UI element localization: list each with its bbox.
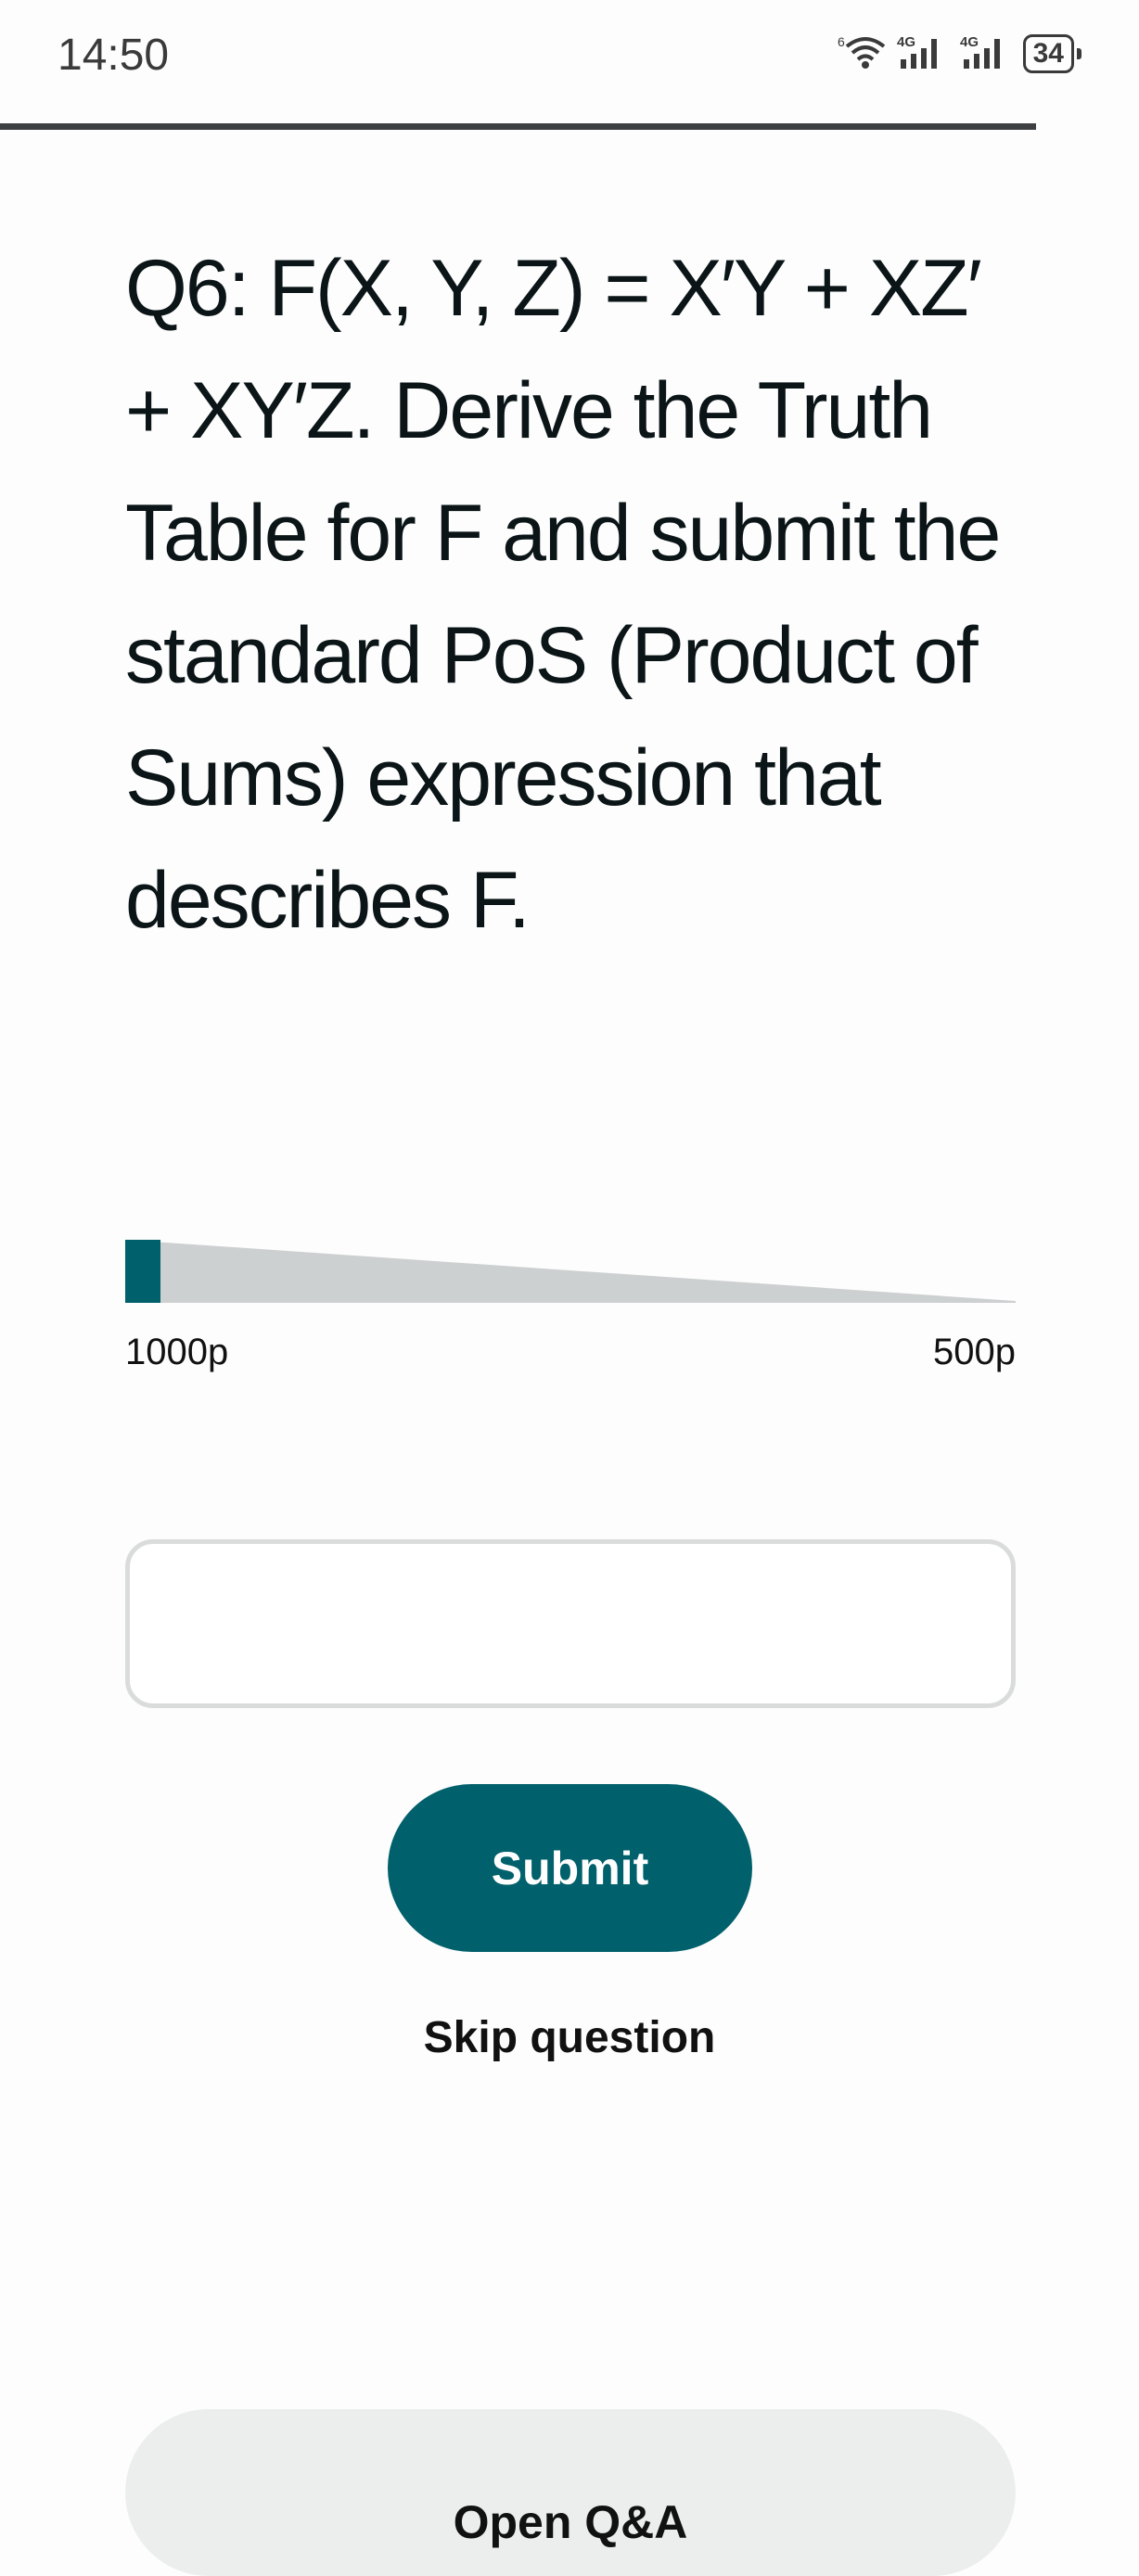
points-meter-track: [125, 1240, 1016, 1303]
answer-input[interactable]: [125, 1539, 1016, 1708]
status-bar: 14:50 6 4G 4G 34: [0, 0, 1139, 116]
battery-tip: [1077, 48, 1081, 59]
points-start-label: 1000p: [125, 1332, 229, 1372]
open-qa-button[interactable]: Open Q&A: [125, 2409, 1016, 2576]
wifi-icon: 6: [838, 33, 886, 74]
points-meter: [125, 1240, 1016, 1305]
status-icons: 6 4G 4G 34: [838, 33, 1081, 74]
signal-label: 4G: [960, 34, 979, 50]
battery-level: 34: [1022, 34, 1074, 73]
wifi-badge: 6: [838, 34, 845, 49]
signal-icon: 4G: [960, 33, 1012, 74]
status-time: 14:50: [58, 31, 170, 80]
quiz-progress-bar: [0, 123, 1036, 130]
points-meter-fill: [125, 1240, 160, 1303]
question-text: Q6: F(X, Y, Z) = X′Y + XZ′ + XY′Z. Deriv…: [125, 244, 1001, 945]
signal-label: 4G: [897, 34, 915, 50]
submit-button[interactable]: Submit: [388, 1784, 752, 1952]
signal-icon: 4G: [897, 33, 949, 74]
points-end-label: 500p: [933, 1332, 1016, 1372]
battery-icon: 34: [1022, 34, 1081, 73]
skip-question-link[interactable]: Skip question: [0, 2012, 1139, 2063]
